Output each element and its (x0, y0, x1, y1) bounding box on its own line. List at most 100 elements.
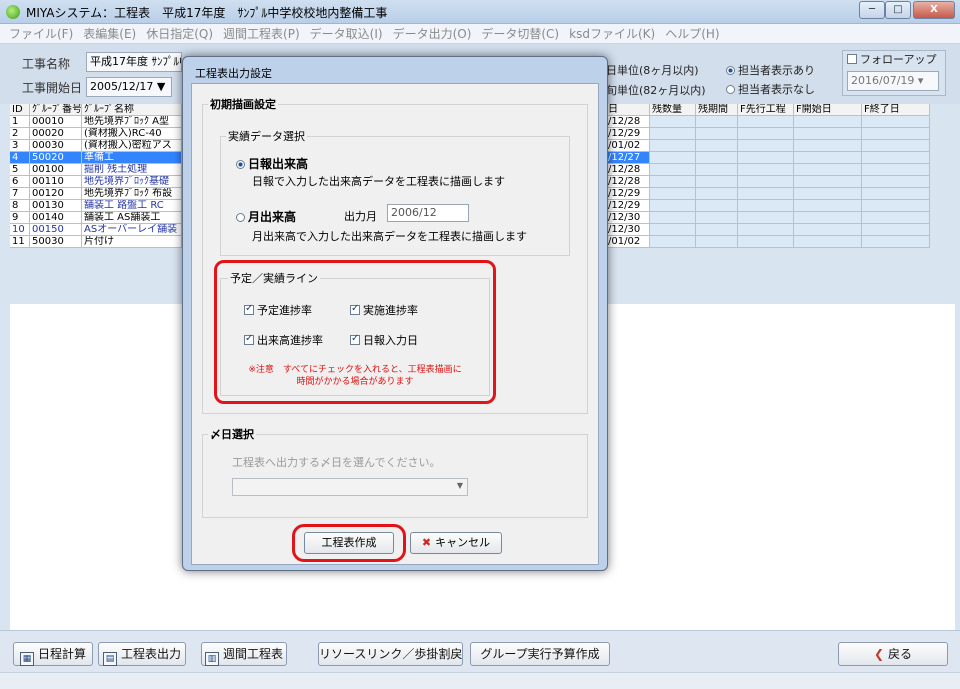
menu-import[interactable]: データ取込(I) (305, 24, 388, 44)
unit-decade-option[interactable]: 旬単位(82ヶ月以内) (606, 82, 706, 98)
cell-empty[interactable] (794, 236, 862, 248)
cell-date[interactable]: /12/28 (606, 176, 650, 188)
col-remaining-period[interactable]: 残期間 (696, 104, 738, 116)
cell-empty[interactable] (862, 176, 930, 188)
menu-holiday[interactable]: 休日指定(Q) (141, 24, 218, 44)
cell-group-no[interactable]: 00020 (30, 128, 82, 140)
resource-link-button[interactable]: リソースリンク／歩掛割戻 (318, 642, 463, 666)
cell-group-name[interactable]: (資材搬入)RC-40 (82, 128, 182, 140)
cell-empty[interactable] (862, 200, 930, 212)
cell-empty[interactable] (650, 236, 696, 248)
cell-empty[interactable] (738, 236, 794, 248)
cell-empty[interactable] (794, 212, 862, 224)
cell-empty[interactable] (794, 224, 862, 236)
menu-help[interactable]: ヘルプ(H) (660, 24, 724, 44)
cell-id[interactable]: 4 (10, 152, 30, 164)
cell-empty[interactable] (738, 152, 794, 164)
menu-ksd[interactable]: ksdファイル(K) (564, 24, 660, 44)
cell-empty[interactable] (738, 128, 794, 140)
cell-empty[interactable] (862, 152, 930, 164)
cell-group-name[interactable]: (資材搬入)密粒アス (82, 140, 182, 152)
cell-group-no[interactable]: 00030 (30, 140, 82, 152)
output-month-input[interactable]: 2006/12 (387, 204, 469, 222)
cutoff-select[interactable]: ▼ (232, 478, 468, 496)
col-id[interactable]: ID (10, 104, 30, 116)
assignee-hide-radio[interactable]: 担当者表示なし (726, 81, 815, 97)
menu-edit[interactable]: 表編集(E) (78, 24, 141, 44)
col-group-name[interactable]: ｸﾞﾙｰﾌﾟ名称 (82, 104, 182, 116)
cell-empty[interactable] (738, 200, 794, 212)
cell-empty[interactable] (794, 140, 862, 152)
cell-group-no[interactable]: 00120 (30, 188, 82, 200)
followup-date-picker[interactable]: 2016/07/19 ▾ (847, 71, 939, 91)
cell-empty[interactable] (862, 116, 930, 128)
cell-empty[interactable] (862, 236, 930, 248)
cell-date[interactable]: /01/02 (606, 236, 650, 248)
cell-empty[interactable] (794, 188, 862, 200)
cell-empty[interactable] (696, 188, 738, 200)
start-date-picker[interactable]: 2005/12/17 ▼ (86, 77, 172, 97)
assignee-show-radio[interactable]: 担当者表示あり (726, 62, 815, 78)
schedule-output-button[interactable]: ▤ 工程表出力 (98, 642, 186, 666)
cell-empty[interactable] (862, 212, 930, 224)
cell-group-no[interactable]: 50020 (30, 152, 82, 164)
monthly-output-radio[interactable]: 月出来高 (236, 208, 296, 225)
cell-group-name[interactable]: 地先境界ﾌﾞﾛｯｸ 布設 (82, 188, 182, 200)
cell-empty[interactable] (794, 176, 862, 188)
cell-empty[interactable] (650, 200, 696, 212)
cell-empty[interactable] (794, 128, 862, 140)
cell-date[interactable]: /12/30 (606, 224, 650, 236)
cell-date[interactable]: /12/28 (606, 116, 650, 128)
cell-id[interactable]: 9 (10, 212, 30, 224)
cell-date[interactable]: /12/29 (606, 128, 650, 140)
daily-output-radio[interactable]: 日報出来高 (236, 155, 308, 172)
project-name-field[interactable]: 平成17年度 ｻﾝﾌﾟﾙ中 (86, 52, 182, 72)
cell-empty[interactable] (650, 188, 696, 200)
cell-empty[interactable] (696, 164, 738, 176)
col-remaining-qty[interactable]: 残数量 (650, 104, 696, 116)
cell-empty[interactable] (738, 164, 794, 176)
cell-id[interactable]: 7 (10, 188, 30, 200)
cell-empty[interactable] (862, 188, 930, 200)
cell-group-name[interactable]: 地先境界ﾌﾞﾛｯｸ A型 (82, 116, 182, 128)
cell-empty[interactable] (696, 176, 738, 188)
cell-group-name[interactable]: 舗装工 AS舗装工 (82, 212, 182, 224)
followup-checkbox[interactable]: フォローアップ (847, 51, 937, 67)
cell-id[interactable]: 8 (10, 200, 30, 212)
cell-empty[interactable] (696, 128, 738, 140)
cell-empty[interactable] (862, 224, 930, 236)
cell-empty[interactable] (696, 152, 738, 164)
cell-empty[interactable] (862, 128, 930, 140)
col-date[interactable]: 日 (606, 104, 650, 116)
cell-empty[interactable] (650, 212, 696, 224)
cell-id[interactable]: 5 (10, 164, 30, 176)
cell-date[interactable]: /12/28 (606, 164, 650, 176)
cell-empty[interactable] (650, 128, 696, 140)
cell-group-name[interactable]: 地先境界ﾌﾞﾛｯｸ基礎 (82, 176, 182, 188)
col-f-predecessor[interactable]: F先行工程 (738, 104, 794, 116)
cell-empty[interactable] (696, 140, 738, 152)
cell-empty[interactable] (862, 164, 930, 176)
cell-empty[interactable] (738, 224, 794, 236)
cell-group-no[interactable]: 00140 (30, 212, 82, 224)
cell-empty[interactable] (650, 152, 696, 164)
cell-empty[interactable] (738, 188, 794, 200)
cell-group-no[interactable]: 00010 (30, 116, 82, 128)
close-button[interactable]: X (913, 1, 955, 19)
cell-empty[interactable] (794, 200, 862, 212)
cell-date[interactable]: /12/27 (606, 152, 650, 164)
cell-date[interactable]: /12/29 (606, 188, 650, 200)
cell-group-no[interactable]: 00130 (30, 200, 82, 212)
col-f-start[interactable]: F開始日 (794, 104, 862, 116)
cancel-button[interactable]: ✖ キャンセル (410, 532, 502, 554)
cell-empty[interactable] (794, 116, 862, 128)
weekly-schedule-button[interactable]: ▥ 週間工程表 (201, 642, 287, 666)
maximize-button[interactable]: □ (885, 1, 911, 19)
cell-empty[interactable] (650, 116, 696, 128)
cell-empty[interactable] (696, 236, 738, 248)
cell-group-no[interactable]: 50030 (30, 236, 82, 248)
cell-empty[interactable] (696, 212, 738, 224)
cell-group-name[interactable]: 片付け (82, 236, 182, 248)
menu-file[interactable]: ファイル(F) (4, 24, 78, 44)
cell-id[interactable]: 6 (10, 176, 30, 188)
